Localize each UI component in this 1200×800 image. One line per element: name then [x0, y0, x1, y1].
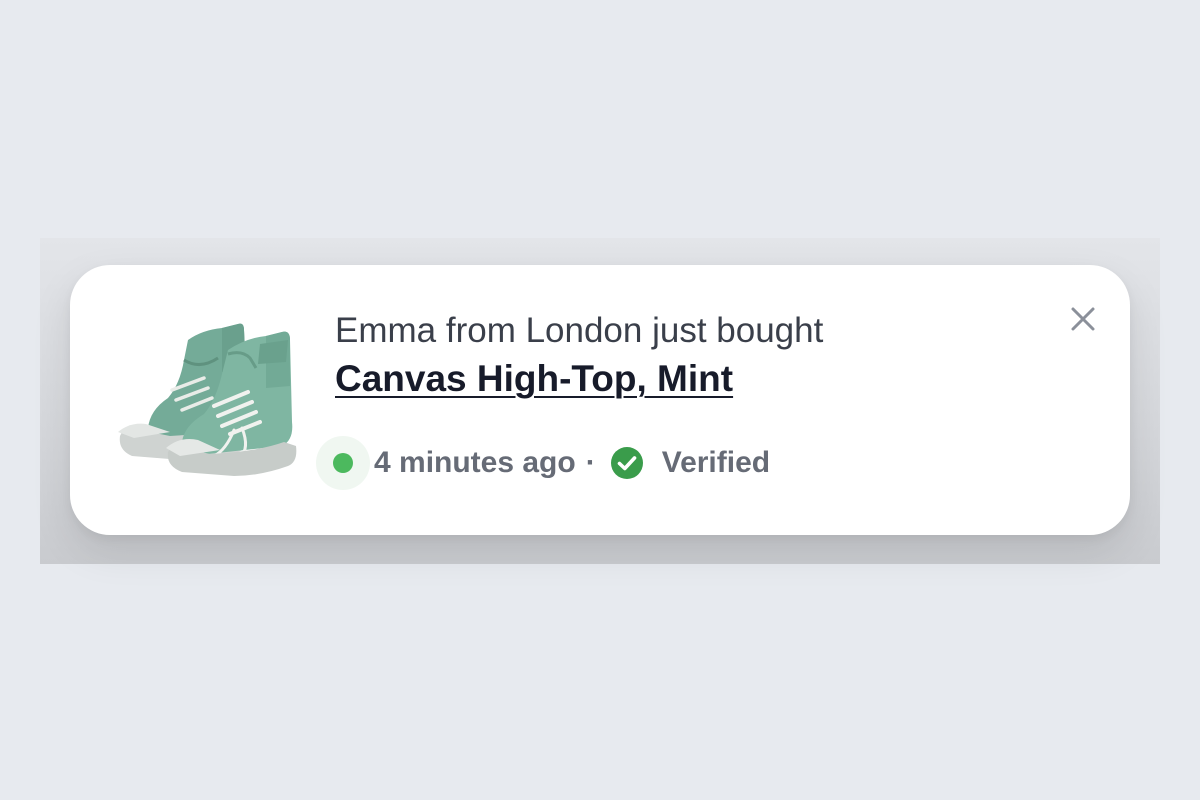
- close-button[interactable]: [1062, 298, 1104, 340]
- live-status-indicator: [316, 436, 370, 490]
- live-dot-icon: [333, 453, 353, 473]
- meta-row: 4 minutes ago · Verified: [316, 436, 771, 490]
- purchase-headline: Emma from London just bought: [335, 311, 824, 350]
- verified-label: Verified: [661, 446, 771, 479]
- time-ago: 4 minutes ago: [374, 446, 576, 479]
- product-image-sneakers[interactable]: [110, 310, 300, 480]
- meta-separator: ·: [585, 446, 596, 479]
- notification-text: Emma from London just bought Canvas High…: [335, 310, 1035, 400]
- close-icon: [1071, 307, 1095, 331]
- product-name-link[interactable]: Canvas High-Top, Mint: [335, 358, 733, 400]
- check-circle-icon: [610, 447, 643, 479]
